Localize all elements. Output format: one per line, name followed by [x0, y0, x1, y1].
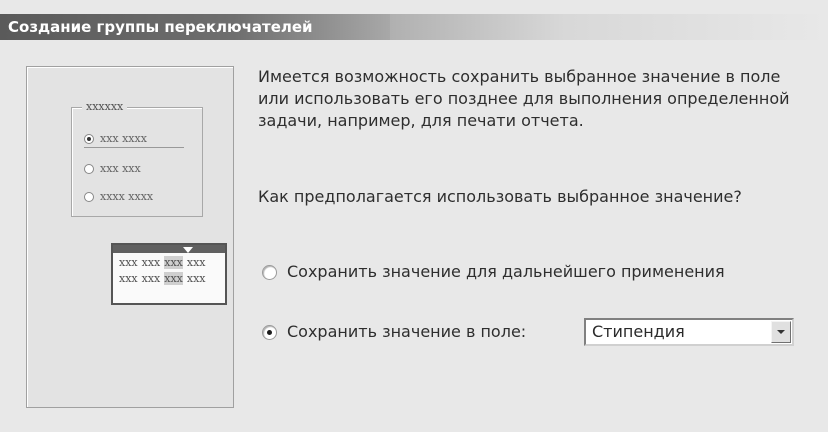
preview-radio-3: xxxx xxxx — [84, 190, 153, 203]
field-select[interactable]: Стипендия — [584, 318, 794, 346]
preview-group-label: xxxxxx — [82, 100, 128, 113]
intro-text: Имеется возможность сохранить выбранное … — [258, 67, 790, 130]
option-save-for-later[interactable]: Сохранить значение для дальнейшего приме… — [262, 262, 725, 281]
preview-table: xxx xxx xxx xxx xxx xxx xxx xxx — [111, 243, 227, 305]
chevron-down-icon[interactable] — [771, 321, 791, 343]
field-select-value: Стипендия — [592, 322, 685, 341]
option-label: Сохранить значение в поле: — [287, 322, 527, 341]
radio-button-icon[interactable] — [262, 265, 277, 280]
radio-selected-icon — [84, 134, 94, 144]
preview-table-header — [113, 245, 225, 253]
preview-table-row: xxx xxx xxx xxx — [119, 256, 206, 269]
wizard-dialog: Создание группы переключателей xxxxxx xx… — [0, 0, 828, 432]
title-bar-gradient — [390, 14, 828, 40]
window-title: Создание группы переключателей — [0, 14, 390, 40]
option-label: Сохранить значение для дальнейшего приме… — [287, 262, 725, 281]
radio-button-selected-icon[interactable] — [262, 325, 277, 340]
preview-table-row: xxx xxx xxx xxx — [119, 272, 206, 285]
preview-panel: xxxxxx xxx xxxx xxx xxx xxxx xxxx xxx xxx… — [26, 66, 234, 408]
preview-option-group: xxxxxx xxx xxxx xxx xxx xxxx xxxx — [71, 100, 203, 217]
preview-radio-1: xxx xxxx — [84, 132, 184, 148]
radio-empty-icon — [84, 192, 94, 202]
preview-radio-2: xxx xxx — [84, 162, 141, 175]
radio-empty-icon — [84, 164, 94, 174]
option-save-in-field[interactable]: Сохранить значение в поле: — [262, 322, 526, 341]
question-text: Как предполагается использовать выбранно… — [258, 187, 742, 206]
